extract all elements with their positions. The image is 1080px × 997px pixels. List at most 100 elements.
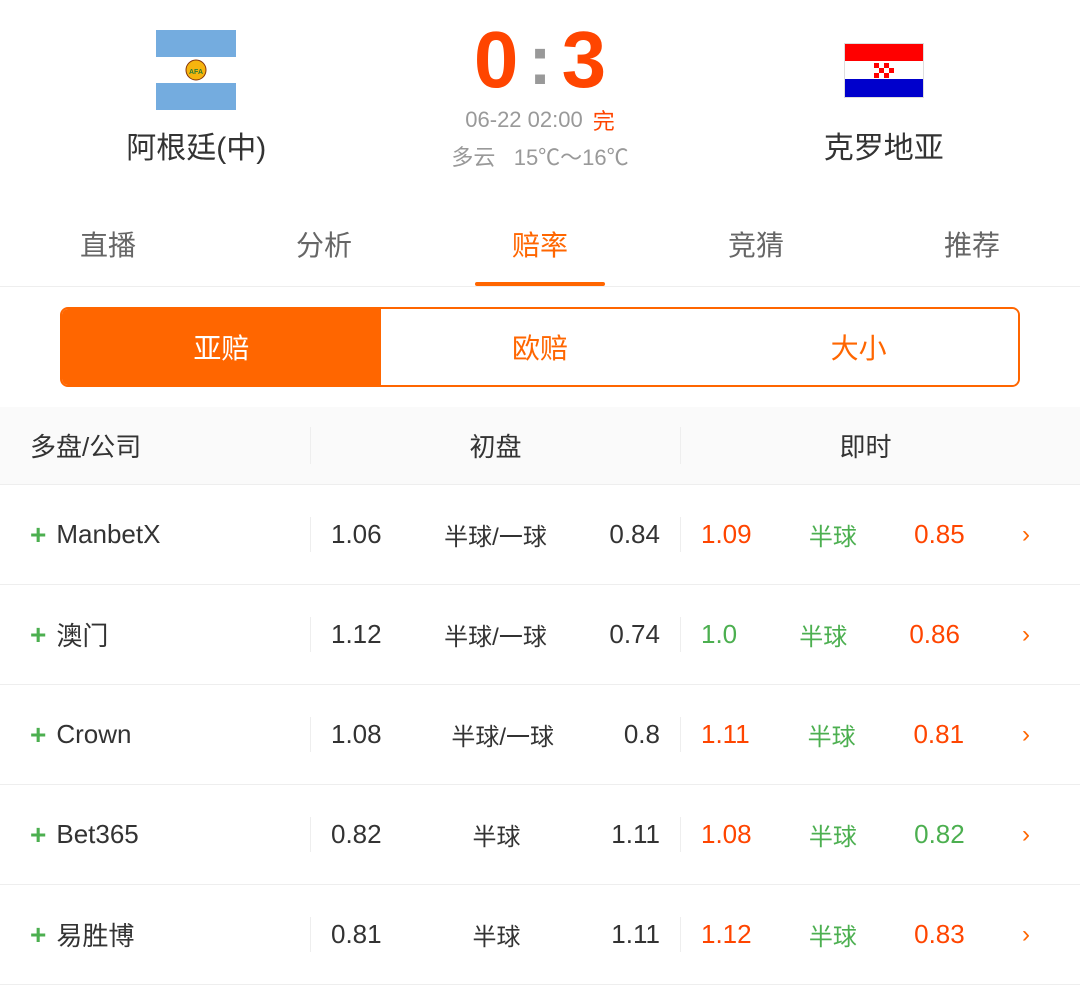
team-home-name: 阿根廷(中) bbox=[126, 123, 266, 167]
live-v1-bet365: 1.08 bbox=[701, 819, 752, 850]
score-section: 0 : 3 06-22 02:00 完 多云 15℃～16℃ bbox=[353, 20, 728, 172]
initial-v1-manbetx: 1.06 bbox=[331, 519, 382, 550]
odds-live-bet365: 1.08 半球 0.82 › bbox=[680, 817, 1050, 852]
initial-v2-crown: 0.8 bbox=[624, 719, 660, 750]
header-company: 多盘/公司 bbox=[30, 427, 310, 464]
arrow-icon-crown[interactable]: › bbox=[1022, 721, 1030, 749]
initial-v1-macau: 1.12 bbox=[331, 619, 382, 650]
initial-v1-bet365: 0.82 bbox=[331, 819, 382, 850]
odds-table: 多盘/公司 初盘 即时 + ManbetX 1.06 半球/一球 0.84 1.… bbox=[0, 407, 1080, 985]
initial-v2-yishengbo: 1.11 bbox=[611, 919, 660, 950]
sub-tabs: 亚赔 欧赔 大小 bbox=[60, 307, 1020, 387]
tab-odds[interactable]: 赔率 bbox=[432, 202, 648, 286]
match-header: AFA 阿根廷(中) 0 : 3 06-22 02:00 完 多云 15℃～16… bbox=[0, 0, 1080, 182]
header-live: 即时 bbox=[680, 427, 1050, 464]
company-cell-manbetx: + ManbetX bbox=[30, 519, 310, 551]
tabs-navigation: 直播 分析 赔率 竞猜 推荐 bbox=[0, 202, 1080, 287]
tab-recommend[interactable]: 推荐 bbox=[864, 202, 1080, 286]
weather: 多云 bbox=[451, 145, 495, 170]
initial-handicap-bet365: 半球 bbox=[472, 817, 520, 852]
croatia-flag-icon bbox=[844, 43, 924, 98]
table-row: + ManbetX 1.06 半球/一球 0.84 1.09 半球 0.85 › bbox=[0, 485, 1080, 585]
initial-handicap-macau: 半球/一球 bbox=[444, 617, 547, 652]
initial-v1-crown: 1.08 bbox=[331, 719, 382, 750]
live-v2-crown: 0.81 bbox=[913, 719, 964, 750]
table-row: + 易胜博 0.81 半球 1.11 1.12 半球 0.83 › bbox=[0, 885, 1080, 985]
svg-text:AFA: AFA bbox=[189, 69, 203, 76]
company-name-yishengbo: 易胜博 bbox=[56, 916, 134, 953]
live-v1-manbetx: 1.09 bbox=[701, 519, 752, 550]
company-cell-yishengbo: + 易胜博 bbox=[30, 916, 310, 953]
tab-guess[interactable]: 竞猜 bbox=[648, 202, 864, 286]
live-v2-manbetx: 0.85 bbox=[914, 519, 965, 550]
match-date: 06-22 02:00 bbox=[465, 107, 582, 133]
arrow-icon-manbetx[interactable]: › bbox=[1022, 521, 1030, 549]
initial-v2-manbetx: 0.84 bbox=[609, 519, 660, 550]
plus-icon[interactable]: + bbox=[30, 519, 46, 551]
odds-live-manbetx: 1.09 半球 0.85 › bbox=[680, 517, 1050, 552]
company-cell-crown: + Crown bbox=[30, 719, 310, 751]
live-v2-bet365: 0.82 bbox=[914, 819, 965, 850]
sub-tab-size[interactable]: 大小 bbox=[699, 309, 1018, 385]
croatia-checkerboard-icon bbox=[874, 63, 894, 78]
plus-icon[interactable]: + bbox=[30, 919, 46, 951]
odds-live-crown: 1.11 半球 0.81 › bbox=[680, 717, 1050, 752]
header-initial: 初盘 bbox=[310, 427, 680, 464]
score-home: 0 bbox=[474, 20, 519, 100]
arrow-icon-yishengbo[interactable]: › bbox=[1022, 921, 1030, 949]
initial-handicap-manbetx: 半球/一球 bbox=[444, 517, 547, 552]
company-name-crown: Crown bbox=[56, 719, 131, 750]
argentina-crest-icon: AFA bbox=[156, 30, 236, 110]
initial-v2-macau: 0.74 bbox=[609, 619, 660, 650]
sub-tab-asian[interactable]: 亚赔 bbox=[62, 309, 381, 385]
company-cell-macau: + 澳门 bbox=[30, 616, 310, 653]
match-info: 06-22 02:00 完 bbox=[465, 104, 614, 136]
live-v2-yishengbo: 0.83 bbox=[914, 919, 965, 950]
odds-initial-manbetx: 1.06 半球/一球 0.84 bbox=[310, 517, 680, 552]
weather-info: 多云 15℃～16℃ bbox=[451, 140, 628, 172]
tab-live[interactable]: 直播 bbox=[0, 202, 216, 286]
table-header: 多盘/公司 初盘 即时 bbox=[0, 407, 1080, 485]
team-home-logo: AFA bbox=[151, 25, 241, 115]
live-v1-macau: 1.0 bbox=[701, 619, 737, 650]
team-home: AFA 阿根廷(中) bbox=[40, 25, 353, 167]
live-handicap-bet365: 半球 bbox=[809, 817, 857, 852]
company-name-macau: 澳门 bbox=[56, 616, 108, 653]
odds-live-macau: 1.0 半球 0.86 › bbox=[680, 617, 1050, 652]
score-colon: : bbox=[528, 25, 551, 95]
odds-initial-crown: 1.08 半球/一球 0.8 bbox=[310, 717, 680, 752]
live-handicap-manbetx: 半球 bbox=[809, 517, 857, 552]
live-handicap-crown: 半球 bbox=[808, 717, 856, 752]
table-row: + Crown 1.08 半球/一球 0.8 1.11 半球 0.81 › bbox=[0, 685, 1080, 785]
tab-analysis[interactable]: 分析 bbox=[216, 202, 432, 286]
company-name-manbetx: ManbetX bbox=[56, 519, 160, 550]
table-row: + 澳门 1.12 半球/一球 0.74 1.0 半球 0.86 › bbox=[0, 585, 1080, 685]
odds-initial-bet365: 0.82 半球 1.11 bbox=[310, 817, 680, 852]
initial-handicap-crown: 半球/一球 bbox=[451, 717, 554, 752]
plus-icon[interactable]: + bbox=[30, 619, 46, 651]
teams-row: AFA 阿根廷(中) 0 : 3 06-22 02:00 完 多云 15℃～16… bbox=[0, 20, 1080, 172]
odds-live-yishengbo: 1.12 半球 0.83 › bbox=[680, 917, 1050, 952]
initial-v1-yishengbo: 0.81 bbox=[331, 919, 382, 950]
initial-handicap-yishengbo: 半球 bbox=[472, 917, 520, 952]
match-status: 完 bbox=[593, 104, 615, 136]
score-display: 0 : 3 bbox=[474, 20, 606, 100]
plus-icon[interactable]: + bbox=[30, 819, 46, 851]
team-away-name: 克罗地亚 bbox=[824, 123, 944, 167]
company-name-bet365: Bet365 bbox=[56, 819, 138, 850]
live-handicap-yishengbo: 半球 bbox=[809, 917, 857, 952]
live-handicap-macau: 半球 bbox=[799, 617, 847, 652]
team-away: 克罗地亚 bbox=[728, 25, 1041, 167]
arrow-icon-bet365[interactable]: › bbox=[1022, 821, 1030, 849]
plus-icon[interactable]: + bbox=[30, 719, 46, 751]
sub-tab-european[interactable]: 欧赔 bbox=[381, 309, 700, 385]
odds-initial-yishengbo: 0.81 半球 1.11 bbox=[310, 917, 680, 952]
company-cell-bet365: + Bet365 bbox=[30, 819, 310, 851]
live-v1-crown: 1.11 bbox=[701, 719, 750, 750]
table-row: + Bet365 0.82 半球 1.11 1.08 半球 0.82 › bbox=[0, 785, 1080, 885]
live-v2-macau: 0.86 bbox=[909, 619, 960, 650]
temperature: 15℃～16℃ bbox=[514, 145, 629, 170]
initial-v2-bet365: 1.11 bbox=[611, 819, 660, 850]
team-away-logo bbox=[839, 25, 929, 115]
arrow-icon-macau[interactable]: › bbox=[1022, 621, 1030, 649]
